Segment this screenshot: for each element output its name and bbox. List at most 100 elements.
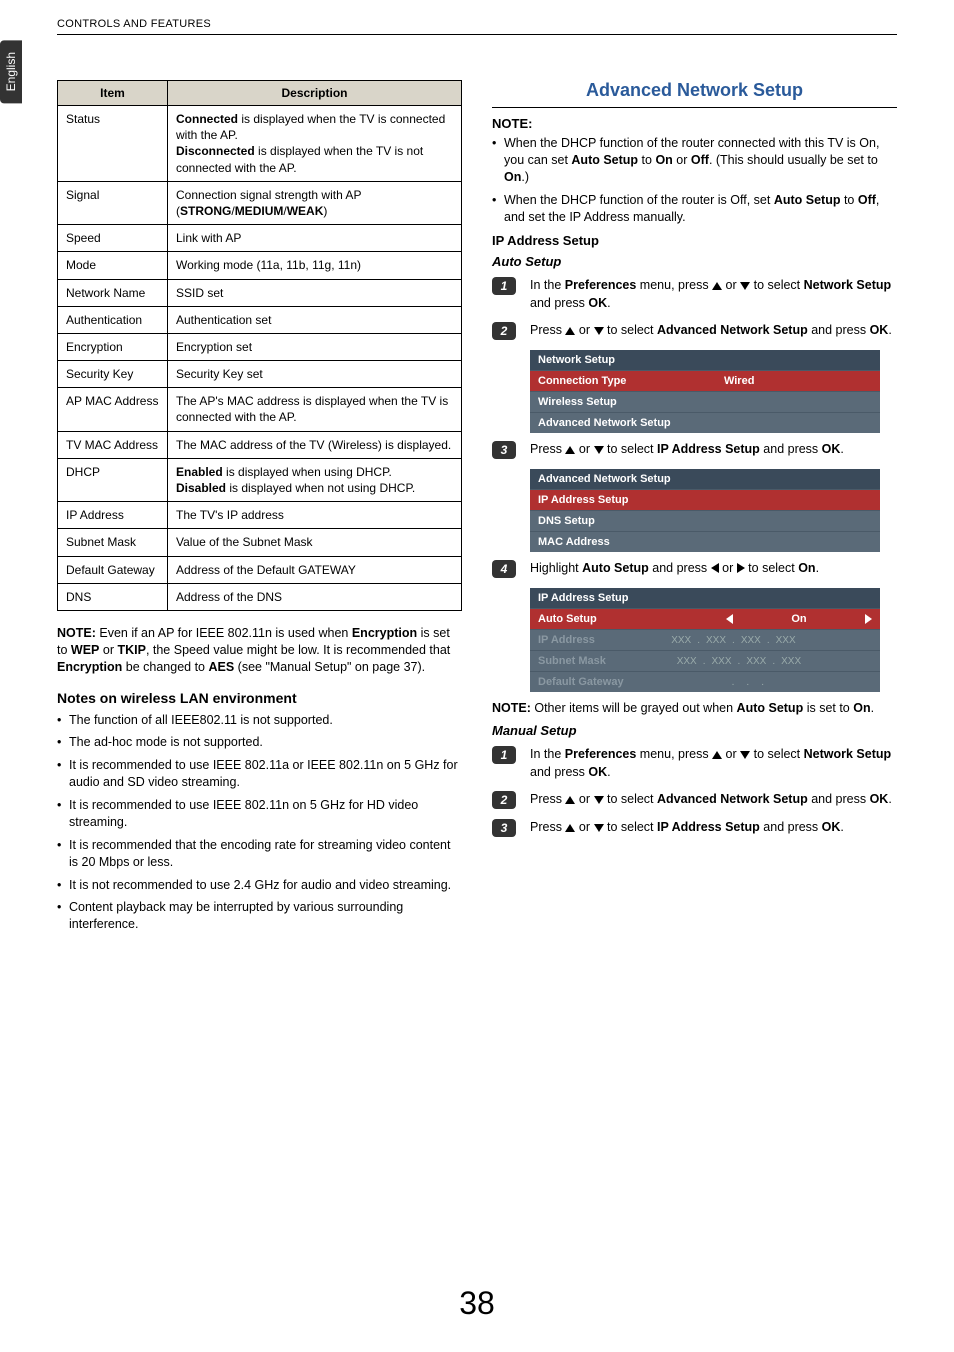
menu-value: On xyxy=(739,613,859,625)
table-row: Subnet MaskValue of the Subnet Mask xyxy=(58,529,462,556)
cell-item: Default Gateway xyxy=(58,556,168,583)
step-text: Press or to select Advanced Network Setu… xyxy=(530,791,897,809)
note-list: When the DHCP function of the router con… xyxy=(492,135,897,225)
menu-label: Advanced Network Setup xyxy=(538,417,671,429)
menu-row: IP Address Setup xyxy=(530,489,880,510)
step-number-badge: 1 xyxy=(492,746,516,764)
menu-label: Auto Setup xyxy=(538,613,597,625)
down-arrow-icon xyxy=(740,751,750,759)
cell-item: Subnet Mask xyxy=(58,529,168,556)
cell-desc: Security Key set xyxy=(168,361,462,388)
table-row: SpeedLink with AP xyxy=(58,225,462,252)
menu-label: Default Gateway xyxy=(538,676,624,688)
table-row: DNSAddress of the DNS xyxy=(58,583,462,610)
table-row: Security KeySecurity Key set xyxy=(58,361,462,388)
cell-desc: The TV's IP address xyxy=(168,502,462,529)
menu-row: DNS Setup xyxy=(530,510,880,531)
list-item: When the DHCP function of the router is … xyxy=(492,192,897,226)
item-description-table: Item Description StatusConnected is disp… xyxy=(57,80,462,611)
step-text: Press or to select IP Address Setup and … xyxy=(530,441,897,459)
cell-desc: The AP's MAC address is displayed when t… xyxy=(168,388,462,431)
list-item: It is recommended that the encoding rate… xyxy=(57,837,462,871)
list-item: It is not recommended to use 2.4 GHz for… xyxy=(57,877,462,894)
cell-desc: Link with AP xyxy=(168,225,462,252)
cell-item: Status xyxy=(58,106,168,182)
list-item: It is recommended to use IEEE 802.11n on… xyxy=(57,797,462,831)
menu-title: IP Address Setup xyxy=(530,588,880,608)
manual-setup-heading: Manual Setup xyxy=(492,723,897,738)
cell-item: TV MAC Address xyxy=(58,431,168,458)
menu-label: MAC Address xyxy=(538,536,610,548)
cell-item: Mode xyxy=(58,252,168,279)
menu-label: Subnet Mask xyxy=(538,655,606,667)
step-row: 3Press or to select IP Address Setup and… xyxy=(492,441,897,459)
cell-desc: Encryption set xyxy=(168,333,462,360)
cell-item: Network Name xyxy=(58,279,168,306)
cell-item: IP Address xyxy=(58,502,168,529)
step-text: Highlight Auto Setup and press or to sel… xyxy=(530,560,897,578)
step-text: Press or to select IP Address Setup and … xyxy=(530,819,897,837)
table-row: StatusConnected is displayed when the TV… xyxy=(58,106,462,182)
wlan-env-list: The function of all IEEE802.11 is not su… xyxy=(57,712,462,934)
menu-value: ... xyxy=(624,677,872,688)
cell-item: Signal xyxy=(58,181,168,224)
cell-desc: Enabled is displayed when using DHCP.Dis… xyxy=(168,458,462,501)
step-text: In the Preferences menu, press or to sel… xyxy=(530,277,897,312)
table-row: Default GatewayAddress of the Default GA… xyxy=(58,556,462,583)
table-row: ModeWorking mode (11a, 11b, 11g, 11n) xyxy=(58,252,462,279)
right-arrow-icon xyxy=(737,563,745,573)
page-number: 38 xyxy=(0,1285,954,1322)
th-desc: Description xyxy=(168,81,462,106)
list-item: The function of all IEEE802.11 is not su… xyxy=(57,712,462,729)
cell-item: DNS xyxy=(58,583,168,610)
cell-item: DHCP xyxy=(58,458,168,501)
note-grayed-out: NOTE: Other items will be grayed out whe… xyxy=(492,700,897,717)
step-number-badge: 2 xyxy=(492,322,516,340)
step-number-badge: 2 xyxy=(492,791,516,809)
cell-item: AP MAC Address xyxy=(58,388,168,431)
step-number-badge: 4 xyxy=(492,560,516,578)
menu-row: Subnet MaskXXX.XXX.XXX.XXX xyxy=(530,650,880,671)
menu-label: Wireless Setup xyxy=(538,396,617,408)
menu-label: IP Address Setup xyxy=(538,494,628,506)
cell-desc: SSID set xyxy=(168,279,462,306)
step-number-badge: 1 xyxy=(492,277,516,295)
cell-desc: Address of the Default GATEWAY xyxy=(168,556,462,583)
menu-title: Network Setup xyxy=(530,350,880,370)
menu-row: Default Gateway... xyxy=(530,671,880,692)
header-rule xyxy=(57,34,897,35)
cell-desc: The MAC address of the TV (Wireless) is … xyxy=(168,431,462,458)
menu-row: Auto Setup On xyxy=(530,608,880,629)
right-arrow-icon xyxy=(865,614,872,624)
menu-value: XXX.XXX.XXX.XXX xyxy=(595,635,872,646)
cell-item: Authentication xyxy=(58,306,168,333)
cell-desc: Value of the Subnet Mask xyxy=(168,529,462,556)
menu-label: DNS Setup xyxy=(538,515,595,527)
cell-desc: Connected is displayed when the TV is co… xyxy=(168,106,462,182)
note-encryption: NOTE: Even if an AP for IEEE 802.11n is … xyxy=(57,625,462,676)
menu-row: Connection TypeWired xyxy=(530,370,880,391)
menu-value: XXX.XXX.XXX.XXX xyxy=(606,656,872,667)
up-arrow-icon xyxy=(565,796,575,804)
advanced-network-title: Advanced Network Setup xyxy=(492,80,897,108)
menu-title: Advanced Network Setup xyxy=(530,469,880,489)
up-arrow-icon xyxy=(712,751,722,759)
down-arrow-icon xyxy=(594,824,604,832)
step-row: 3Press or to select IP Address Setup and… xyxy=(492,819,897,837)
table-row: AP MAC AddressThe AP's MAC address is di… xyxy=(58,388,462,431)
list-item: The ad-hoc mode is not supported. xyxy=(57,734,462,751)
menu-screenshot: Network SetupConnection TypeWired Wireles… xyxy=(530,350,880,433)
up-arrow-icon xyxy=(565,327,575,335)
step-row: 2 Press or to select Advanced Network Set… xyxy=(492,791,897,809)
menu-label: Connection Type xyxy=(538,375,626,387)
cell-desc: Connection signal strength with AP (STRO… xyxy=(168,181,462,224)
table-row: IP AddressThe TV's IP address xyxy=(58,502,462,529)
table-row: TV MAC AddressThe MAC address of the TV … xyxy=(58,431,462,458)
menu-row: Wireless Setup xyxy=(530,391,880,412)
menu-screenshot: Advanced Network Setup IP Address Setup DN… xyxy=(530,469,880,552)
menu-row: MAC Address xyxy=(530,531,880,552)
list-item: When the DHCP function of the router con… xyxy=(492,135,897,186)
up-arrow-icon xyxy=(712,282,722,290)
section-header: CONTROLS AND FEATURES xyxy=(57,18,211,30)
table-row: Network NameSSID set xyxy=(58,279,462,306)
